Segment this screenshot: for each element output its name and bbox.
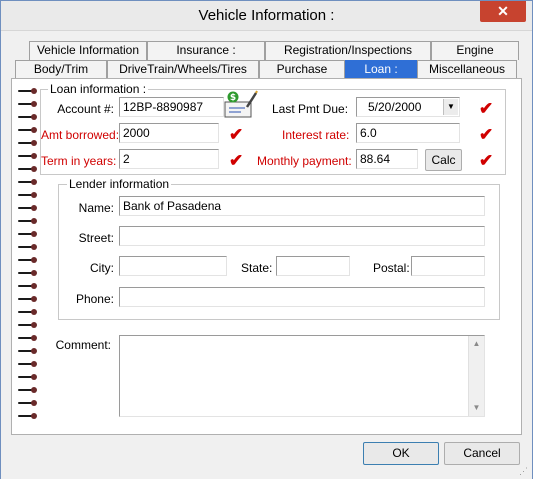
term-in-years-label: Term in years: (41, 154, 117, 168)
amt-borrowed-label: Amt borrowed: (41, 128, 120, 142)
street-field[interactable] (119, 226, 485, 246)
check-icon: ✔ (479, 99, 494, 118)
account-number-field[interactable]: 12BP-8890987 (119, 97, 224, 117)
tab-label: Miscellaneous (428, 62, 506, 76)
interest-rate-label: Interest rate: (282, 128, 350, 142)
loan-information-legend: Loan information : (48, 82, 149, 96)
term-in-years-field[interactable]: 2 (119, 149, 219, 169)
spiral-ring (18, 360, 38, 368)
spiral-ring (18, 295, 38, 303)
spiral-ring (18, 399, 38, 407)
scroll-up-icon[interactable]: ▲ (469, 336, 484, 352)
close-button[interactable]: ✕ (480, 1, 526, 22)
tab-label: DriveTrain/Wheels/Tires (119, 62, 247, 76)
ok-button[interactable]: OK (363, 442, 439, 465)
vehicle-information-window: Vehicle Information : ✕ Vehicle Informat… (0, 0, 533, 479)
spiral-ring (18, 100, 38, 108)
spiral-ring (18, 373, 38, 381)
tab-label: Purchase (276, 62, 328, 76)
tab-label: Engine (456, 43, 494, 57)
last-pmt-due-label: Last Pmt Due: (272, 102, 349, 116)
tab-label: Loan : (364, 62, 398, 76)
spiral-ring (18, 178, 38, 186)
spiral-ring (18, 152, 38, 160)
tab-label: Registration/Inspections (283, 43, 413, 57)
calc-button[interactable]: Calc (425, 149, 462, 171)
title-bar: Vehicle Information : ✕ (1, 1, 532, 31)
tab-registration-inspections[interactable]: Registration/Inspections (265, 41, 431, 60)
spiral-binding-icon (18, 87, 38, 437)
check-icon: ✔ (479, 151, 494, 170)
spiral-ring (18, 256, 38, 264)
tab-body-trim[interactable]: Body/Trim (15, 60, 107, 79)
state-label: State: (241, 261, 273, 275)
spiral-ring (18, 269, 38, 277)
spiral-ring (18, 282, 38, 290)
phone-label: Phone: (75, 292, 114, 306)
tab-engine[interactable]: Engine (431, 41, 519, 60)
state-field[interactable] (276, 256, 350, 276)
tab-label: Vehicle Information (36, 43, 140, 57)
tab-loan[interactable]: Loan : (345, 60, 417, 79)
postal-label: Postal: (373, 261, 410, 275)
comment-label: Comment: (55, 338, 111, 352)
tab-vehicle-information[interactable]: Vehicle Information (29, 41, 147, 60)
city-label: City: (90, 261, 114, 275)
last-pmt-due-select[interactable]: 5/20/2000 ▼ (356, 97, 460, 117)
tab-label: Insurance : (176, 43, 236, 57)
spiral-ring (18, 139, 38, 147)
lender-name-label: Name: (78, 201, 114, 215)
tab-drivetrain-wheels-tires[interactable]: DriveTrain/Wheels/Tires (107, 60, 259, 79)
spiral-ring (18, 347, 38, 355)
tab-insurance[interactable]: Insurance : (147, 41, 265, 60)
spiral-ring (18, 230, 38, 238)
svg-text:$: $ (230, 93, 236, 103)
spiral-ring (18, 87, 38, 95)
lender-name-field[interactable]: Bank of Pasadena (119, 196, 485, 216)
payment-icon: $ (224, 90, 258, 118)
dropdown-arrow-icon[interactable]: ▼ (443, 99, 458, 115)
check-icon: ✔ (229, 125, 244, 144)
resize-grip-icon[interactable]: ⋰ (519, 466, 529, 476)
last-pmt-due-value: 5/20/2000 (368, 100, 422, 114)
window-title: Vehicle Information : (198, 7, 335, 24)
check-icon: ✔ (229, 151, 244, 170)
spiral-ring (18, 191, 38, 199)
tab-miscellaneous[interactable]: Miscellaneous (417, 60, 517, 79)
street-label: Street: (78, 231, 114, 245)
spiral-ring (18, 217, 38, 225)
comment-textarea[interactable]: ▲ ▼ (119, 335, 485, 417)
postal-field[interactable] (411, 256, 485, 276)
dialog-footer: OK Cancel ⋰ (1, 435, 532, 479)
spiral-ring (18, 386, 38, 394)
spiral-ring (18, 113, 38, 121)
close-icon: ✕ (497, 3, 509, 19)
tab-purchase[interactable]: Purchase (259, 60, 345, 79)
tab-label: Body/Trim (33, 62, 89, 76)
spiral-ring (18, 204, 38, 212)
spiral-ring (18, 243, 38, 251)
city-field[interactable] (119, 256, 227, 276)
lender-information-legend: Lender information (67, 177, 172, 191)
check-icon: ✔ (479, 125, 494, 144)
monthly-payment-field[interactable]: 88.64 (356, 149, 418, 169)
spiral-ring (18, 126, 38, 134)
comment-scrollbar[interactable]: ▲ ▼ (468, 336, 484, 416)
phone-field[interactable] (119, 287, 485, 307)
monthly-payment-label: Monthly payment: (257, 154, 352, 168)
spiral-ring (18, 412, 38, 420)
account-label: Account #: (57, 102, 114, 116)
spiral-ring (18, 334, 38, 342)
interest-rate-field[interactable]: 6.0 (356, 123, 460, 143)
scroll-down-icon[interactable]: ▼ (469, 400, 484, 416)
spiral-ring (18, 308, 38, 316)
spiral-ring (18, 321, 38, 329)
cancel-button[interactable]: Cancel (444, 442, 520, 465)
amt-borrowed-field[interactable]: 2000 (119, 123, 219, 143)
spiral-ring (18, 165, 38, 173)
